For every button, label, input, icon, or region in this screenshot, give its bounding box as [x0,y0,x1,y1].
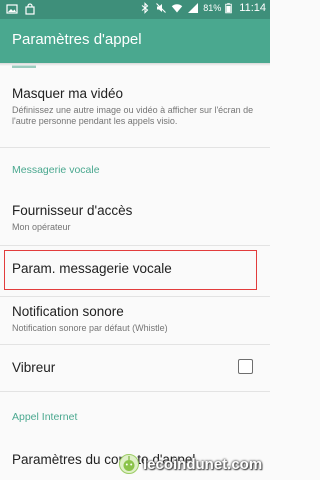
divider [0,296,270,297]
list-item-subtitle: Notification sonore par défaut (Whistle) [12,323,168,333]
list-item-title: Fournisseur d'accès [12,203,133,218]
bluetooth-icon [141,2,149,14]
list-item-title: Masquer ma vidéo [12,86,124,101]
battery-percent: 81% [203,3,222,13]
status-time: 11:14 [239,2,266,14]
divider [0,245,270,246]
list-item-subtitle: Mon opérateur [12,222,71,232]
list-item-title: Notification sonore [12,304,124,319]
status-left-icons [6,3,36,15]
status-bar: 81% 11:14 [0,0,270,19]
page-title: Paramètres d'appel [12,31,142,48]
battery-icon [225,3,233,14]
section-header-appel-internet: Appel Internet [12,411,78,423]
divider [0,147,270,148]
list-item-subtitle: Définissez une autre image ou vidéo à af… [12,105,254,126]
list-item-notification-sonore[interactable]: Notification sonore Notification sonore … [0,300,270,340]
section-header-messagerie: Messagerie vocale [12,164,100,176]
signal-icon [188,3,199,13]
scrolled-section-remnant: ▬▬▬ [12,64,92,68]
watermark-logo [119,454,139,474]
mute-icon [156,3,167,13]
list-item-fournisseur[interactable]: Fournisseur d'accès Mon opérateur [0,198,270,240]
vibreur-checkbox[interactable] [238,359,253,374]
watermark-text: lecoindunet.com [143,455,263,473]
list-item-title: Vibreur [12,360,56,375]
watermark: lecoindunet.com [118,452,262,476]
divider [0,344,270,345]
highlight-box [4,250,257,290]
divider [0,391,270,392]
gallery-icon [6,4,18,14]
status-right-icons: 81% 11:14 [139,2,266,14]
app-bar: Paramètres d'appel [0,19,270,63]
shopping-bag-icon [25,3,35,15]
wifi-icon [172,4,183,13]
list-item-masquer-video[interactable]: Masquer ma vidéo Définissez une autre im… [0,80,270,142]
list-item-vibreur[interactable]: Vibreur [0,348,270,386]
